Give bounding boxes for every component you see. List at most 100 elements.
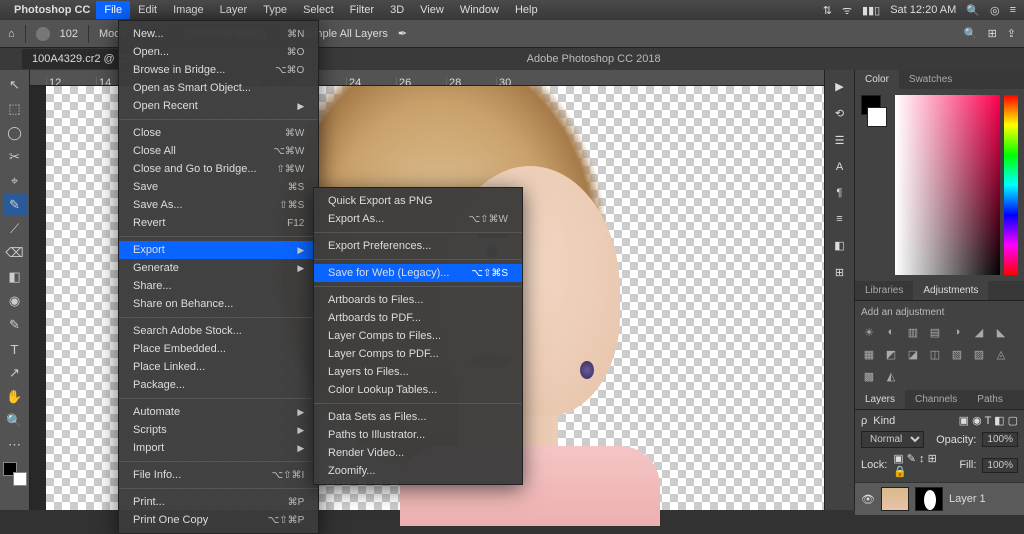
file-item-search-adobe-stock-[interactable]: Search Adobe Stock...: [119, 322, 318, 340]
file-item-close-all[interactable]: Close All⌥⌘W: [119, 142, 318, 160]
battery-icon[interactable]: ▮▮▯: [862, 4, 880, 17]
file-item-open-recent[interactable]: Open Recent▶: [119, 97, 318, 115]
export-item-export-preferences-[interactable]: Export Preferences...: [314, 237, 522, 255]
file-item-print-[interactable]: Print...⌘P: [119, 493, 318, 511]
tool-3[interactable]: ✂: [3, 146, 27, 168]
file-item-share-on-behance-[interactable]: Share on Behance...: [119, 295, 318, 313]
tab-swatches[interactable]: Swatches: [899, 70, 962, 89]
menu-layer[interactable]: Layer: [212, 1, 256, 19]
rail-icon-3[interactable]: A: [836, 161, 843, 173]
share-icon[interactable]: ⇪: [1007, 27, 1016, 40]
adjustment-icon-0[interactable]: ☀: [861, 324, 877, 340]
menu-filter[interactable]: Filter: [342, 1, 382, 19]
tab-color[interactable]: Color: [855, 70, 899, 89]
file-item-export[interactable]: Export▶: [119, 241, 318, 259]
pressure-icon[interactable]: ✒: [398, 27, 407, 40]
menu-image[interactable]: Image: [165, 1, 212, 19]
tool-1[interactable]: ⬚: [3, 98, 27, 120]
export-item-save-for-web-legacy-[interactable]: Save for Web (Legacy)...⌥⇧⌘S: [314, 264, 522, 282]
export-item-layers-to-files-[interactable]: Layers to Files...: [314, 363, 522, 381]
layer-row[interactable]: 👁 Layer 1: [855, 482, 1024, 515]
rail-icon-7[interactable]: ⊞: [835, 266, 844, 279]
adjustment-icon-12[interactable]: ▨: [971, 346, 987, 362]
search-icon[interactable]: 🔍: [964, 27, 978, 40]
app-name[interactable]: Photoshop CC: [14, 4, 90, 16]
rail-icon-0[interactable]: ▶: [835, 80, 843, 93]
adjustment-icon-1[interactable]: ◐: [883, 324, 899, 340]
rail-icon-2[interactable]: ☰: [835, 134, 845, 147]
rail-icon-4[interactable]: ¶: [837, 187, 843, 199]
file-item-place-embedded-[interactable]: Place Embedded...: [119, 340, 318, 358]
tab-adjustments[interactable]: Adjustments: [913, 281, 988, 300]
rail-icon-5[interactable]: ≡: [836, 213, 842, 225]
adjustment-icon-7[interactable]: ▦: [861, 346, 877, 362]
menu-3d[interactable]: 3D: [382, 1, 412, 19]
background-color[interactable]: [867, 107, 887, 127]
adjustment-icon-5[interactable]: ◢: [971, 324, 987, 340]
brush-preview-icon[interactable]: [36, 27, 50, 41]
menu-window[interactable]: Window: [452, 1, 507, 19]
tool-13[interactable]: ✋: [3, 386, 27, 408]
tool-5[interactable]: ✎: [3, 194, 27, 216]
menu-help[interactable]: Help: [507, 1, 546, 19]
adjustment-icon-9[interactable]: ◪: [905, 346, 921, 362]
file-item-scripts[interactable]: Scripts▶: [119, 421, 318, 439]
bg-swatch[interactable]: [13, 472, 27, 486]
file-item-new-[interactable]: New...⌘N: [119, 25, 318, 43]
file-item-print-one-copy[interactable]: Print One Copy⌥⇧⌘P: [119, 511, 318, 529]
dropbox-icon[interactable]: ⇅: [823, 4, 832, 17]
menu-type[interactable]: Type: [255, 1, 295, 19]
wifi-icon[interactable]: ᯤ: [842, 3, 852, 18]
adjustment-icon-2[interactable]: ▥: [905, 324, 921, 340]
export-item-render-video-[interactable]: Render Video...: [314, 444, 522, 462]
adjustment-icon-10[interactable]: ◫: [927, 346, 943, 362]
blend-mode-select[interactable]: Normal: [861, 431, 924, 448]
menu-edit[interactable]: Edit: [130, 1, 165, 19]
home-icon[interactable]: ⌂: [8, 28, 15, 40]
adjustment-icon-15[interactable]: ◭: [883, 368, 899, 384]
file-item-generate[interactable]: Generate▶: [119, 259, 318, 277]
adjustment-icon-13[interactable]: ◬: [993, 346, 1009, 362]
file-item-import[interactable]: Import▶: [119, 439, 318, 457]
menu-file[interactable]: File: [96, 1, 130, 19]
file-item-share-[interactable]: Share...: [119, 277, 318, 295]
tool-11[interactable]: T: [3, 338, 27, 360]
export-item-color-lookup-tables-[interactable]: Color Lookup Tables...: [314, 381, 522, 399]
tool-15[interactable]: ⋯: [3, 434, 27, 456]
layer-thumbnail[interactable]: [881, 487, 909, 511]
layer-name[interactable]: Layer 1: [949, 493, 986, 505]
adjustment-icon-6[interactable]: ◣: [993, 324, 1009, 340]
tool-2[interactable]: ◯: [3, 122, 27, 144]
tab-paths[interactable]: Paths: [967, 390, 1013, 409]
menu-view[interactable]: View: [412, 1, 452, 19]
layer-mask-thumbnail[interactable]: [915, 487, 943, 511]
file-item-save[interactable]: Save⌘S: [119, 178, 318, 196]
tool-6[interactable]: ⟋: [3, 218, 27, 240]
tool-10[interactable]: ✎: [3, 314, 27, 336]
fill-value[interactable]: 100%: [982, 458, 1018, 473]
brush-size-value[interactable]: 102: [60, 28, 78, 40]
file-item-open-as-smart-object-[interactable]: Open as Smart Object...: [119, 79, 318, 97]
hue-slider[interactable]: [1004, 95, 1018, 275]
tool-7[interactable]: ⌫: [3, 242, 27, 264]
tab-libraries[interactable]: Libraries: [855, 281, 913, 300]
adjustment-icon-4[interactable]: ◑: [949, 324, 965, 340]
tool-8[interactable]: ◧: [3, 266, 27, 288]
clock[interactable]: Sat 12:20 AM: [890, 4, 956, 16]
tool-12[interactable]: ↗: [3, 362, 27, 384]
file-item-open-[interactable]: Open...⌘O: [119, 43, 318, 61]
menu-select[interactable]: Select: [295, 1, 342, 19]
opacity-value[interactable]: 100%: [982, 432, 1018, 447]
adjustment-icon-11[interactable]: ▧: [949, 346, 965, 362]
adjustment-icon-3[interactable]: ▤: [927, 324, 943, 340]
file-item-close[interactable]: Close⌘W: [119, 124, 318, 142]
tool-4[interactable]: ⌖: [3, 170, 27, 192]
file-item-place-linked-[interactable]: Place Linked...: [119, 358, 318, 376]
color-picker-field[interactable]: [895, 95, 1000, 275]
visibility-icon[interactable]: 👁: [861, 493, 875, 506]
file-item-automate[interactable]: Automate▶: [119, 403, 318, 421]
adjustment-icon-14[interactable]: ▩: [861, 368, 877, 384]
rail-icon-6[interactable]: ◧: [834, 239, 844, 252]
file-item-file-info-[interactable]: File Info...⌥⇧⌘I: [119, 466, 318, 484]
file-item-save-as-[interactable]: Save As...⇧⌘S: [119, 196, 318, 214]
